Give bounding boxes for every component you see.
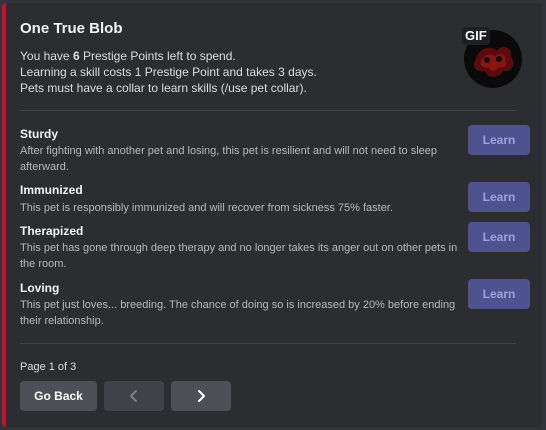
page-indicator: Page 1 of 3 bbox=[20, 361, 77, 373]
learn-therapized-button[interactable]: Learn bbox=[468, 222, 530, 252]
skill-desc-immunized: This pet is responsibly immunized and wi… bbox=[20, 202, 393, 214]
skill-desc-loving: This pet just loves... breeding. The cha… bbox=[20, 299, 456, 327]
previous-page-button[interactable] bbox=[104, 381, 164, 411]
skill-desc-sturdy: After fighting with another pet and losi… bbox=[20, 145, 438, 173]
skill-name-immunized: Immunized bbox=[20, 183, 83, 197]
description-line-collar: Pets must have a collar to learn skills … bbox=[20, 81, 307, 95]
embed-card: One True Blob You have 6 Prestige Points… bbox=[2, 3, 542, 427]
learn-sturdy-button[interactable]: Learn bbox=[468, 125, 530, 155]
gif-badge: GIF bbox=[462, 27, 490, 45]
learn-immunized-button[interactable]: Learn bbox=[468, 182, 530, 212]
chevron-right-icon bbox=[198, 390, 205, 402]
description-line-points: You have 6 Prestige Points left to spend… bbox=[20, 49, 236, 63]
skill-name-therapized: Therapized bbox=[20, 224, 84, 238]
skill-desc-therapized: This pet has gone through deep therapy a… bbox=[20, 242, 458, 270]
skill-name-loving: Loving bbox=[20, 281, 60, 295]
divider bbox=[20, 110, 516, 111]
skill-name-sturdy: Sturdy bbox=[20, 127, 59, 141]
embed-description: You have 6 Prestige Points left to spend… bbox=[20, 48, 430, 96]
divider bbox=[20, 343, 516, 344]
learn-loving-button[interactable]: Learn bbox=[468, 279, 530, 309]
description-line-cost: Learning a skill costs 1 Prestige Point … bbox=[20, 65, 317, 79]
prestige-points-value: 6 bbox=[72, 49, 80, 63]
chevron-left-icon bbox=[130, 390, 137, 402]
next-page-button[interactable] bbox=[171, 381, 231, 411]
go-back-button[interactable]: Go Back bbox=[20, 381, 97, 411]
embed-title: One True Blob bbox=[20, 20, 123, 37]
